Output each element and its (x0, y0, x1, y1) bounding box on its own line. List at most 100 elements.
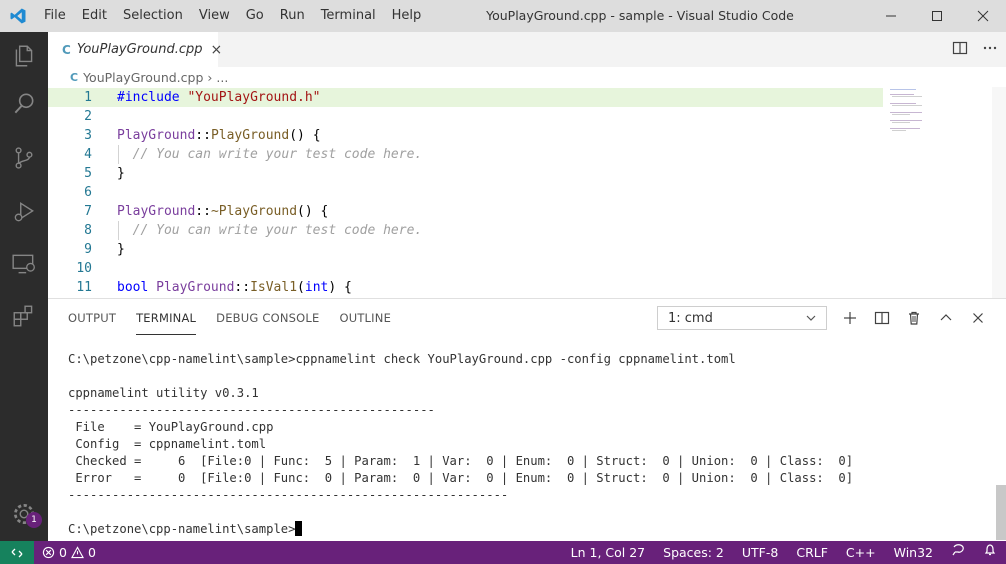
extensions-button[interactable] (0, 292, 48, 340)
close-window-button[interactable] (960, 0, 1006, 32)
code-token: ~PlayGround (210, 204, 298, 219)
minimap-line (890, 120, 922, 121)
maximize-icon (932, 11, 942, 21)
maximize-panel-button[interactable] (937, 309, 955, 327)
feedback-button[interactable] (942, 541, 974, 564)
line-number: 6 (84, 185, 92, 200)
code-line: 4 // You can write your test code here. (48, 145, 1006, 164)
status-bar: 0 0 Ln 1, Col 27 Spaces: 2 UTF-8 CRLF C+… (0, 541, 1006, 564)
terminal-line: ----------------------------------------… (68, 487, 988, 504)
code-line: 1 #include "YouPlayGround.h" (48, 88, 883, 107)
window-title: YouPlayGround.cpp - sample - Visual Stud… (486, 8, 794, 23)
kill-terminal-button[interactable] (905, 309, 923, 327)
line-number: 9 (84, 242, 92, 257)
menu-view[interactable]: View (191, 0, 238, 32)
tab-terminal[interactable]: TERMINAL (136, 299, 197, 335)
explorer-button[interactable] (0, 32, 48, 80)
problems-indicator[interactable]: 0 0 (34, 545, 104, 560)
run-debug-button[interactable] (0, 188, 48, 236)
minimap-line (892, 105, 922, 106)
warning-count: 0 (87, 545, 96, 560)
editor-scrollbar[interactable] (992, 87, 1006, 298)
line-number: 3 (84, 128, 92, 143)
maximize-button[interactable] (914, 0, 960, 32)
cpp-file-icon: C (70, 70, 79, 84)
menu-file[interactable]: File (36, 0, 74, 32)
more-actions-button[interactable] (982, 40, 998, 60)
terminal-line: Checked = 6 [File:0 | Func: 5 | Param: 1… (68, 453, 988, 470)
menu-edit[interactable]: Edit (74, 0, 115, 32)
files-icon (15, 45, 33, 67)
tab-label: YouPlayGround.cpp (76, 42, 203, 57)
menu-help[interactable]: Help (384, 0, 430, 32)
minimap[interactable] (888, 87, 948, 147)
terminal-line: Config = cppnamelint.toml (68, 436, 988, 453)
code-line: 9} (48, 240, 1006, 259)
terminal-text: C:\petzone\cpp-namelint\sample> (68, 522, 296, 536)
terminal-select[interactable]: 1: cmd (657, 306, 827, 330)
breadcrumb-file[interactable]: YouPlayGround.cpp (83, 70, 203, 85)
terminal-text: File = YouPlayGround.cpp (68, 420, 274, 434)
tab-outline[interactable]: OUTLINE (339, 299, 391, 335)
bell-icon (984, 544, 996, 556)
code-editor[interactable]: 1 #include "YouPlayGround.h" 2 3 PlayGround:… (48, 87, 1006, 298)
search-button[interactable] (0, 80, 48, 128)
terminal-output[interactable]: C:\petzone\cpp-namelint\sample> cppnameli… (68, 351, 988, 538)
code-token: () { (289, 128, 321, 143)
tab-youplayground-cpp[interactable]: C YouPlayGround.cpp × (48, 32, 222, 67)
code-line: 6 (48, 183, 1006, 202)
tab-debug-console[interactable]: DEBUG CONSOLE (216, 299, 319, 335)
code-text: bool PlayGround::IsVal1(int) { (117, 278, 352, 297)
code-token: bool (117, 280, 149, 295)
trash-icon (909, 311, 919, 325)
end-of-line[interactable]: CRLF (787, 541, 837, 564)
tab-output[interactable]: OUTPUT (68, 299, 116, 335)
notifications-button[interactable] (974, 541, 1006, 564)
split-terminal-button[interactable] (873, 309, 891, 327)
breadcrumb-more[interactable]: ... (216, 70, 228, 85)
code-line: 8 // You can write your test code here. (48, 221, 1006, 240)
minimap-line (890, 89, 916, 90)
source-control-button[interactable] (0, 134, 48, 182)
terminal-scrollbar[interactable] (996, 485, 1006, 540)
minimize-button[interactable] (868, 0, 914, 32)
language-mode[interactable]: C++ (837, 541, 885, 564)
terminal-line: ----------------------------------------… (68, 402, 988, 419)
menu-go[interactable]: Go (238, 0, 272, 32)
close-panel-button[interactable] (969, 309, 987, 327)
terminal-text: cppnamelint utility v0.3.1 (68, 386, 259, 400)
indent-guide (118, 221, 119, 240)
editor-actions (952, 32, 998, 67)
indentation[interactable]: Spaces: 2 (654, 541, 733, 564)
menu-terminal[interactable]: Terminal (313, 0, 384, 32)
tab-close-icon[interactable]: × (211, 42, 223, 58)
cursor-position[interactable]: Ln 1, Col 27 (562, 541, 655, 564)
terminal-text: Error = 0 [File:0 | Func: 0 | Param: 0 |… (68, 471, 854, 485)
menu-selection[interactable]: Selection (115, 0, 191, 32)
code-token: ( (297, 280, 305, 295)
code-token: PlayGround (156, 280, 235, 295)
code-token: PlayGround (117, 204, 196, 219)
encoding[interactable]: UTF-8 (733, 541, 787, 564)
remote-explorer-button[interactable] (0, 240, 48, 288)
ellipsis-icon (983, 46, 997, 49)
menu-run[interactable]: Run (272, 0, 313, 32)
code-line: 2 (48, 107, 1006, 126)
remote-button[interactable] (0, 541, 34, 564)
platform[interactable]: Win32 (885, 541, 942, 564)
breadcrumb: C YouPlayGround.cpp › ... (48, 67, 1006, 87)
code-text: PlayGround::~PlayGround() { (117, 202, 328, 221)
minimap-line (892, 114, 910, 115)
editor-tab-bar: C YouPlayGround.cpp × (48, 32, 1006, 67)
window-controls (868, 0, 1006, 32)
terminal-text: Config = cppnamelint.toml (68, 437, 267, 451)
code-token: } (117, 166, 125, 181)
terminal-text: C:\petzone\cpp-namelint\sample>cppnameli… (68, 352, 736, 366)
code-token: ) { (328, 280, 352, 295)
remote-explorer-icon (12, 254, 35, 274)
error-icon (42, 546, 55, 559)
new-terminal-button[interactable] (841, 309, 859, 327)
manage-button[interactable] (0, 490, 48, 538)
split-editor-button[interactable] (952, 40, 968, 60)
